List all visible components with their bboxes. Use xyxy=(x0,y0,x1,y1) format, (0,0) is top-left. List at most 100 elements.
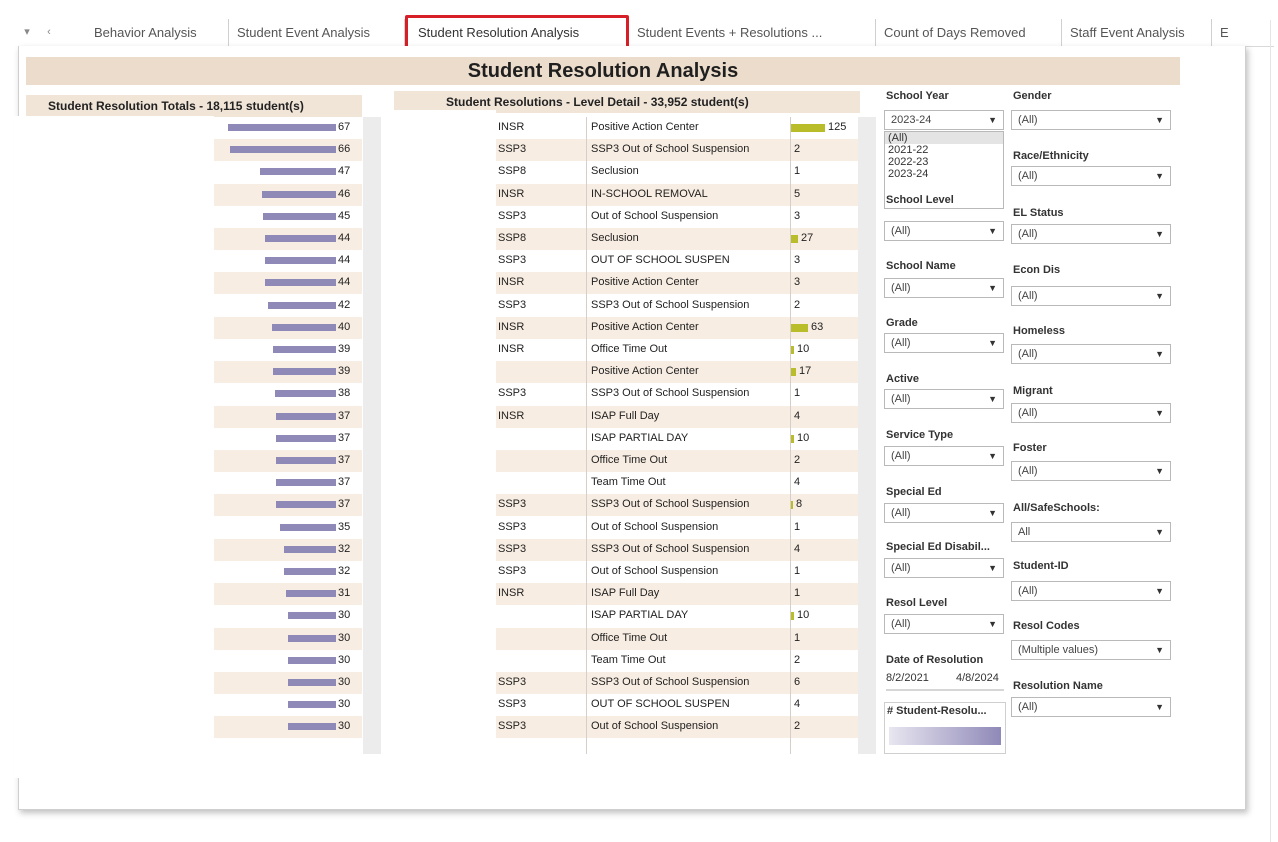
total-value: 37 xyxy=(338,454,351,466)
total-bar xyxy=(284,545,336,553)
window-scroll-edge xyxy=(1270,20,1271,842)
resolution-name: SSP3 Out of School Suspension xyxy=(591,498,750,511)
active-select[interactable]: (All) ▼ xyxy=(884,389,1004,409)
resolution-name: Out of School Suspension xyxy=(591,720,719,733)
total-value: 32 xyxy=(338,565,351,577)
total-value: 42 xyxy=(338,298,351,311)
date-range-slider[interactable] xyxy=(886,689,1004,691)
school-year-option[interactable]: (All) xyxy=(885,132,1003,144)
total-value: 66 xyxy=(338,143,351,156)
school-year-option[interactable]: 2023-24 xyxy=(885,168,1003,180)
tab-strip: ▾ ‹ Behavior Analysis Student Event Anal… xyxy=(18,15,1274,50)
foster-select[interactable]: (All) ▼ xyxy=(1011,461,1171,481)
resolution-count: 6 xyxy=(794,676,801,688)
school-name-select[interactable]: (All) ▼ xyxy=(884,278,1004,298)
gender-select[interactable]: (All) ▼ xyxy=(1011,110,1171,130)
resolution-name: OUT OF SCHOOL SUSPEN xyxy=(591,254,730,267)
resolution-name: Positive Action Center xyxy=(591,320,699,333)
total-bar xyxy=(263,212,336,220)
resolution-name: Office Time Out xyxy=(591,343,668,355)
count-bar xyxy=(791,235,798,243)
total-value: 31 xyxy=(338,587,351,600)
tabs-scroll-left-icon[interactable]: ‹ xyxy=(40,23,58,41)
count-bar xyxy=(791,501,793,510)
total-bar xyxy=(265,257,336,265)
redaction-mask xyxy=(394,110,496,774)
resolution-name: Office Time Out xyxy=(591,631,668,644)
resolution-count: 2 xyxy=(794,298,801,311)
resolution-level: SSP3 xyxy=(498,387,527,400)
grade-select[interactable]: (All) ▼ xyxy=(884,333,1004,353)
tab-staff-event-analysis[interactable]: Staff Event Analysis xyxy=(1062,19,1212,46)
race-ethnicity-select[interactable]: (All) ▼ xyxy=(1011,166,1171,186)
count-bar xyxy=(791,346,794,354)
tab-student-event-analysis[interactable]: Student Event Analysis xyxy=(229,19,405,46)
mid-panel-scrollbar[interactable] xyxy=(858,117,876,754)
resolution-name: Team Time Out xyxy=(591,476,666,489)
all-safe-schools-select[interactable]: All ▼ xyxy=(1011,522,1171,542)
resolution-name: IN-SCHOOL REMOVAL xyxy=(591,187,708,200)
school-level-select[interactable]: (All) ▼ xyxy=(884,221,1004,241)
resolution-name-select[interactable]: (All) ▼ xyxy=(1011,697,1171,717)
total-value: 39 xyxy=(338,365,351,378)
resol-codes-label: Resol Codes xyxy=(1013,620,1080,632)
school-year-option[interactable]: 2022-23 xyxy=(885,156,1003,168)
tabs-menu-icon[interactable]: ▾ xyxy=(18,23,36,41)
all-safe-schools-label: All/SafeSchools: xyxy=(1013,502,1100,514)
resolution-name: Out of School Suspension xyxy=(591,209,719,222)
migrant-select[interactable]: (All) ▼ xyxy=(1011,403,1171,423)
student-id-label: Student-ID xyxy=(1013,560,1069,572)
total-bar xyxy=(230,146,336,154)
service-type-select[interactable]: (All) ▼ xyxy=(884,446,1004,466)
resol-level-select[interactable]: (All) ▼ xyxy=(884,614,1004,634)
total-value: 30 xyxy=(338,676,351,688)
total-bar xyxy=(288,723,336,731)
resolution-level: SSP8 xyxy=(498,165,527,178)
date-start[interactable]: 8/2/2021 xyxy=(886,672,929,684)
resolution-name: Positive Action Center xyxy=(591,365,699,378)
tab-student-events-resolutions[interactable]: Student Events + Resolutions ... xyxy=(629,19,876,46)
grade-label: Grade xyxy=(886,317,918,329)
redaction-mask xyxy=(14,116,214,778)
resolution-count: 125 xyxy=(828,121,847,133)
count-bar xyxy=(791,124,825,132)
special-ed-disability-select[interactable]: (All) ▼ xyxy=(884,558,1004,578)
resolution-name: SSP3 Out of School Suspension xyxy=(591,542,750,555)
tab-count-of-days-removed[interactable]: Count of Days Removed xyxy=(876,19,1062,46)
special-ed-select[interactable]: (All) ▼ xyxy=(884,503,1004,523)
total-value: 35 xyxy=(338,520,351,533)
resol-codes-select[interactable]: (Multiple values) ▼ xyxy=(1011,640,1171,660)
total-bar xyxy=(262,190,336,198)
resolution-level: SSP8 xyxy=(498,232,527,244)
resol-level-label: Resol Level xyxy=(886,597,948,609)
student-id-select[interactable]: (All) ▼ xyxy=(1011,581,1171,601)
resolution-count: 3 xyxy=(794,276,801,289)
resolution-level: SSP3 xyxy=(498,565,527,577)
total-value: 44 xyxy=(338,254,351,267)
count-bar xyxy=(791,368,796,377)
total-bar xyxy=(273,368,336,376)
el-status-select[interactable]: (All) ▼ xyxy=(1011,224,1171,244)
resolution-name: Seclusion xyxy=(591,232,639,244)
econ-dis-select[interactable]: (All) ▼ xyxy=(1011,286,1171,306)
homeless-select[interactable]: (All) ▼ xyxy=(1011,344,1171,364)
date-end[interactable]: 4/8/2024 xyxy=(956,672,999,684)
resolution-count: 3 xyxy=(794,209,801,222)
tab-behavior-analysis[interactable]: Behavior Analysis xyxy=(86,19,229,46)
total-value: 30 xyxy=(338,698,351,711)
resolution-level: INSR xyxy=(498,121,525,133)
resolution-level: INSR xyxy=(498,187,525,200)
migrant-label: Migrant xyxy=(1013,385,1053,397)
resolution-count: 10 xyxy=(797,431,810,444)
tab-overflow[interactable]: E xyxy=(1212,19,1238,46)
resolution-count: 10 xyxy=(797,609,810,622)
resolution-count: 1 xyxy=(794,520,801,533)
total-bar xyxy=(276,457,336,464)
total-bar xyxy=(268,301,336,309)
school-year-option[interactable]: 2021-22 xyxy=(885,144,1003,156)
school-year-select[interactable]: 2023-24 ▼ xyxy=(884,110,1004,130)
total-bar xyxy=(265,235,336,242)
left-panel-scrollbar[interactable] xyxy=(363,117,381,754)
resolution-level: SSP3 xyxy=(498,676,527,688)
resolution-count: 2 xyxy=(794,454,801,466)
